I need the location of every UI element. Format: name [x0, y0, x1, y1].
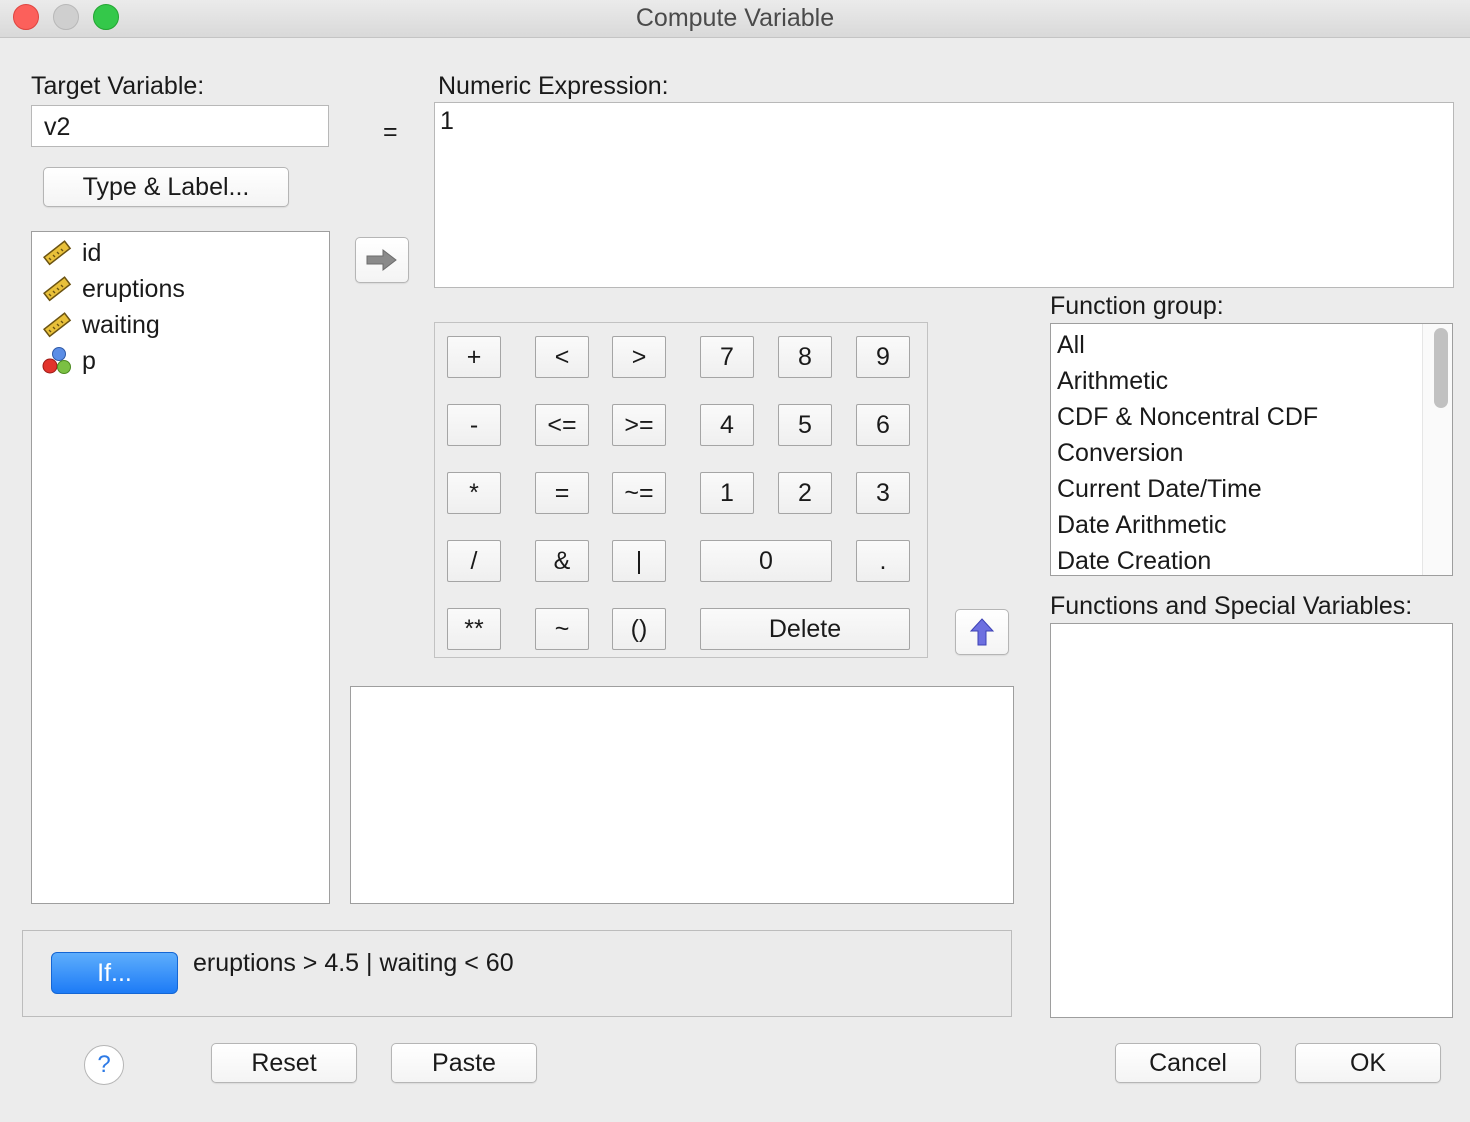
target-variable-input[interactable]: v2 [31, 105, 329, 147]
reset-button[interactable]: Reset [211, 1043, 357, 1083]
variable-name: p [82, 346, 96, 375]
key-plus[interactable]: + [447, 336, 501, 378]
key-6[interactable]: 6 [856, 404, 910, 446]
target-variable-label: Target Variable: [31, 72, 205, 100]
arrow-right-icon [366, 248, 397, 272]
list-item[interactable]: eruptions [40, 272, 185, 306]
key-parentheses[interactable]: () [612, 608, 666, 650]
move-to-expression-button[interactable] [355, 237, 409, 283]
key-0[interactable]: 0 [700, 540, 832, 582]
equals-sign: = [383, 118, 398, 146]
functions-special-variables-label: Functions and Special Variables: [1050, 592, 1413, 620]
function-description-area [350, 686, 1014, 904]
key-or[interactable]: | [612, 540, 666, 582]
insert-function-button[interactable] [955, 609, 1009, 655]
window-title: Compute Variable [635, 4, 835, 32]
paste-button[interactable]: Paste [391, 1043, 537, 1083]
list-item[interactable]: waiting [40, 308, 160, 342]
key-and[interactable]: & [535, 540, 589, 582]
numeric-expression-textarea[interactable]: 1 [434, 102, 1454, 288]
function-group-label: Function group: [1050, 292, 1224, 320]
functions-special-variables-list[interactable] [1050, 623, 1453, 1018]
list-item[interactable]: Conversion [1057, 439, 1183, 468]
ok-button[interactable]: OK [1295, 1043, 1441, 1083]
scale-ruler-icon [43, 240, 72, 266]
help-button[interactable]: ? [84, 1045, 124, 1085]
key-5[interactable]: 5 [778, 404, 832, 446]
numeric-expression-label: Numeric Expression: [438, 72, 669, 100]
nominal-balls-icon [42, 347, 71, 374]
key-2[interactable]: 2 [778, 472, 832, 514]
list-item[interactable]: All [1057, 331, 1085, 360]
list-item[interactable]: Date Arithmetic [1057, 511, 1227, 540]
scale-ruler-icon [43, 276, 72, 302]
key-greater-than[interactable]: > [612, 336, 666, 378]
function-group-list[interactable]: All Arithmetic CDF & Noncentral CDF Conv… [1050, 323, 1453, 576]
list-item[interactable]: Date Creation [1057, 547, 1211, 575]
scrollbar-track[interactable] [1422, 324, 1452, 575]
key-8[interactable]: 8 [778, 336, 832, 378]
key-not[interactable]: ~ [535, 608, 589, 650]
key-power[interactable]: ** [447, 608, 501, 650]
if-condition-panel: If... eruptions > 4.5 | waiting < 60 [22, 930, 1012, 1017]
key-less-equal[interactable]: <= [535, 404, 589, 446]
key-delete[interactable]: Delete [700, 608, 910, 650]
key-divide[interactable]: / [447, 540, 501, 582]
list-item[interactable]: CDF & Noncentral CDF [1057, 403, 1318, 432]
key-greater-equal[interactable]: >= [612, 404, 666, 446]
if-condition-text: eruptions > 4.5 | waiting < 60 [193, 949, 514, 977]
key-7[interactable]: 7 [700, 336, 754, 378]
variable-name: eruptions [82, 274, 185, 303]
variable-name: id [82, 238, 102, 267]
key-not-equal[interactable]: ~= [612, 472, 666, 514]
key-4[interactable]: 4 [700, 404, 754, 446]
key-decimal[interactable]: . [856, 540, 910, 582]
key-9[interactable]: 9 [856, 336, 910, 378]
key-multiply[interactable]: * [447, 472, 501, 514]
key-minus[interactable]: - [447, 404, 501, 446]
list-item[interactable]: Current Date/Time [1057, 475, 1262, 504]
list-item[interactable]: Arithmetic [1057, 367, 1168, 396]
list-item[interactable]: id [40, 236, 101, 270]
arrow-up-icon [969, 618, 995, 646]
key-1[interactable]: 1 [700, 472, 754, 514]
key-less-than[interactable]: < [535, 336, 589, 378]
scale-ruler-icon [43, 312, 72, 338]
source-variable-list[interactable]: id eruptions waiting p [31, 231, 330, 904]
key-3[interactable]: 3 [856, 472, 910, 514]
title-bar: Compute Variable [0, 0, 1470, 38]
variable-name: waiting [82, 310, 160, 339]
cancel-button[interactable]: Cancel [1115, 1043, 1261, 1083]
type-label-button[interactable]: Type & Label... [43, 167, 289, 207]
key-equal[interactable]: = [535, 472, 589, 514]
if-button[interactable]: If... [51, 952, 178, 994]
scrollbar-thumb[interactable] [1434, 328, 1448, 408]
calculator-keypad: + < > 7 8 9 - <= >= 4 5 6 * = ~= 1 2 3 /… [434, 322, 928, 658]
list-item[interactable]: p [40, 344, 96, 378]
